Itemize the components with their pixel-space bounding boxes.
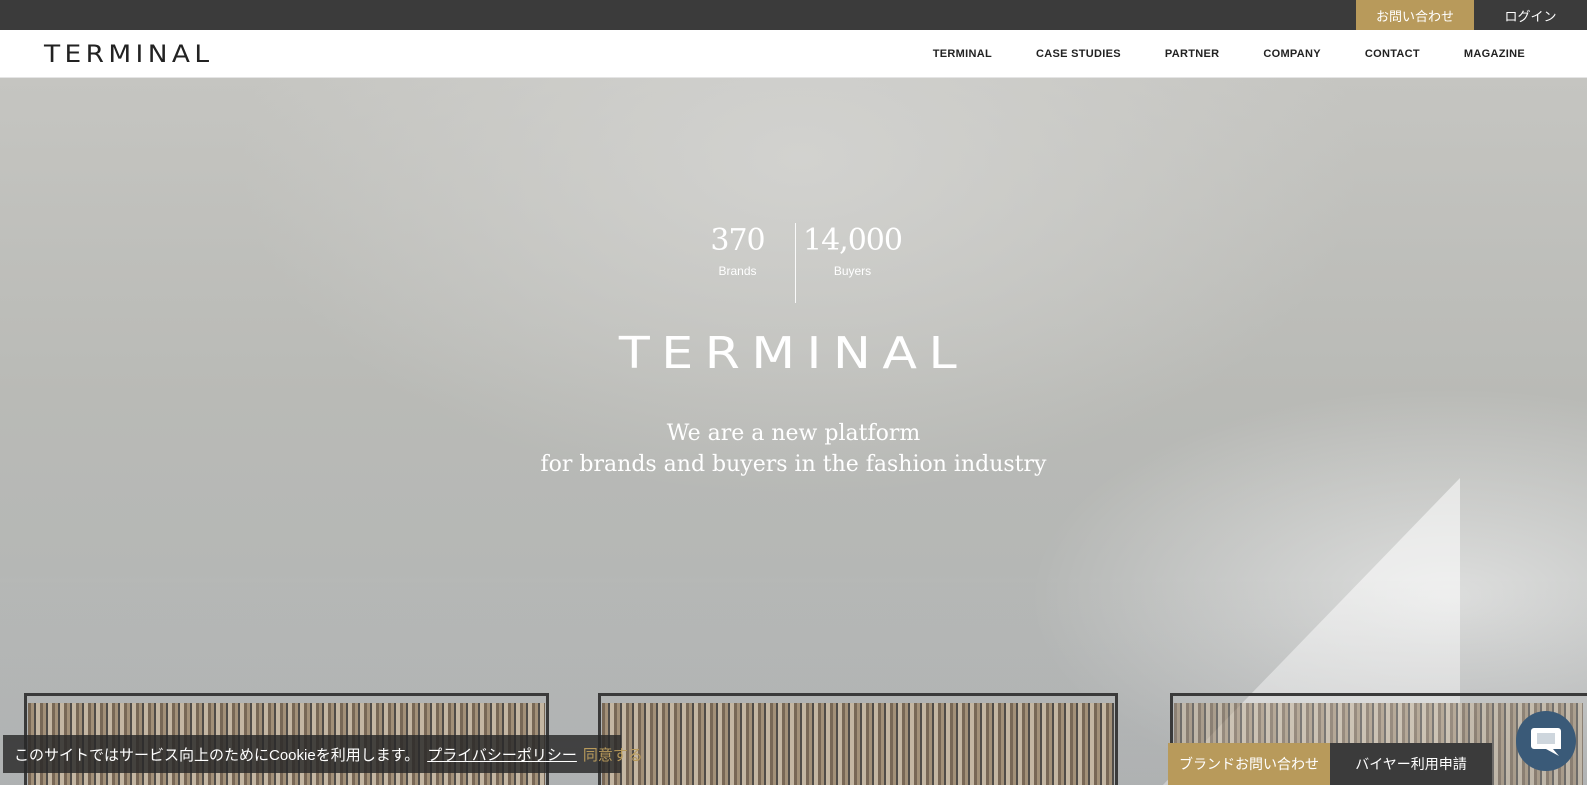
nav-item-company[interactable]: COMPANY [1241,48,1343,60]
nav-item-magazine[interactable]: MAGAZINE [1442,48,1547,60]
stat-brands-label: Brands [718,264,757,278]
privacy-policy-link[interactable]: プライバシーポリシー [427,744,577,765]
cookie-agree-button[interactable]: 同意する [583,744,643,765]
hero-section: 370 Brands 14,000 Buyers TERMINAL We are… [0,78,1587,785]
stat-brands-value: 370 [710,223,765,258]
nav-item-case-studies[interactable]: CASE STUDIES [1014,48,1143,60]
hero-tagline: We are a new platform for brands and buy… [0,418,1587,480]
tagline-line-2: for brands and buyers in the fashion ind… [540,452,1047,477]
tagline-line-1: We are a new platform [666,421,921,446]
stats-block: 370 Brands 14,000 Buyers [680,223,910,303]
contact-button[interactable]: お問い合わせ [1356,0,1474,30]
stat-buyers: 14,000 Buyers [795,223,910,278]
nav-item-contact[interactable]: CONTACT [1343,48,1442,60]
buyer-application-button[interactable]: バイヤー利用申請 [1330,743,1492,785]
chat-bubble-icon [1531,728,1561,756]
clothing-rack [598,683,1118,785]
hero-logo: TERMINAL [618,328,969,379]
site-header: TERMINAL TERMINAL CASE STUDIES PARTNER C… [0,30,1587,78]
nav-item-terminal[interactable]: TERMINAL [911,48,1014,60]
stat-buyers-label: Buyers [833,264,872,278]
main-nav: TERMINAL CASE STUDIES PARTNER COMPANY CO… [911,30,1547,78]
nav-item-partner[interactable]: PARTNER [1143,48,1241,60]
top-utility-bar: お問い合わせ ログイン [0,0,1587,30]
stat-brands: 370 Brands [680,223,795,278]
brand-inquiry-button[interactable]: ブランドお問い合わせ [1168,743,1330,785]
chat-button[interactable] [1516,711,1576,771]
site-logo[interactable]: TERMINAL [44,40,213,68]
login-button[interactable]: ログイン [1474,0,1587,30]
cookie-banner: このサイトではサービス向上のためにCookieを利用します。 プライバシーポリシ… [3,735,643,773]
cookie-message: このサイトではサービス向上のためにCookieを利用します。 [14,746,420,764]
stat-buyers-value: 14,000 [803,223,903,258]
